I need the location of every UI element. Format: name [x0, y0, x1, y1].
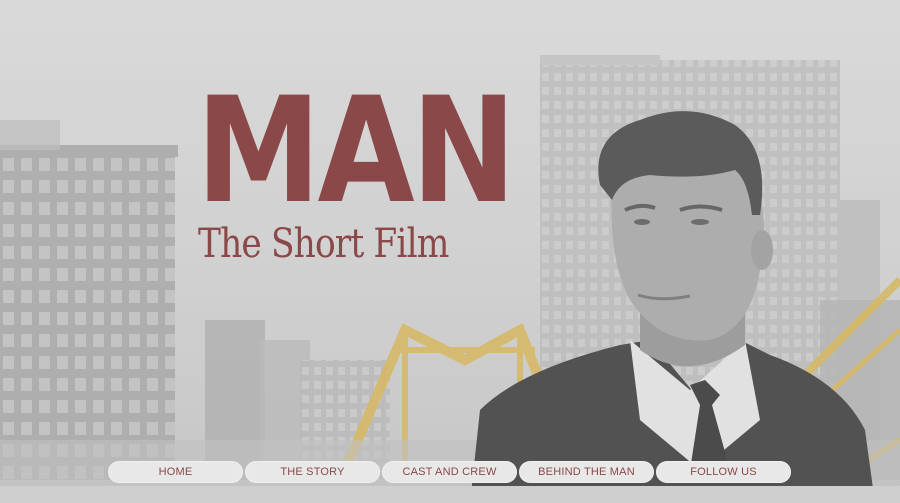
nav-follow-us[interactable]: FOLLOW US	[656, 461, 791, 483]
nav-behind-the-man[interactable]: BEHIND THE MAN	[519, 461, 654, 483]
main-navigation: HOME THE STORY CAST AND CREW BEHIND THE …	[108, 461, 791, 483]
hero-banner: MAN The Short Film HOME THE STORY CAST A…	[0, 0, 900, 503]
site-title: MAN	[196, 66, 516, 236]
footer-strip	[0, 486, 900, 503]
nav-the-story[interactable]: THE STORY	[245, 461, 380, 483]
nav-cast-and-crew[interactable]: CAST AND CREW	[382, 461, 517, 483]
site-subtitle: The Short Film	[198, 221, 449, 267]
nav-home[interactable]: HOME	[108, 461, 243, 483]
title-block: MAN The Short Film	[196, 66, 516, 267]
